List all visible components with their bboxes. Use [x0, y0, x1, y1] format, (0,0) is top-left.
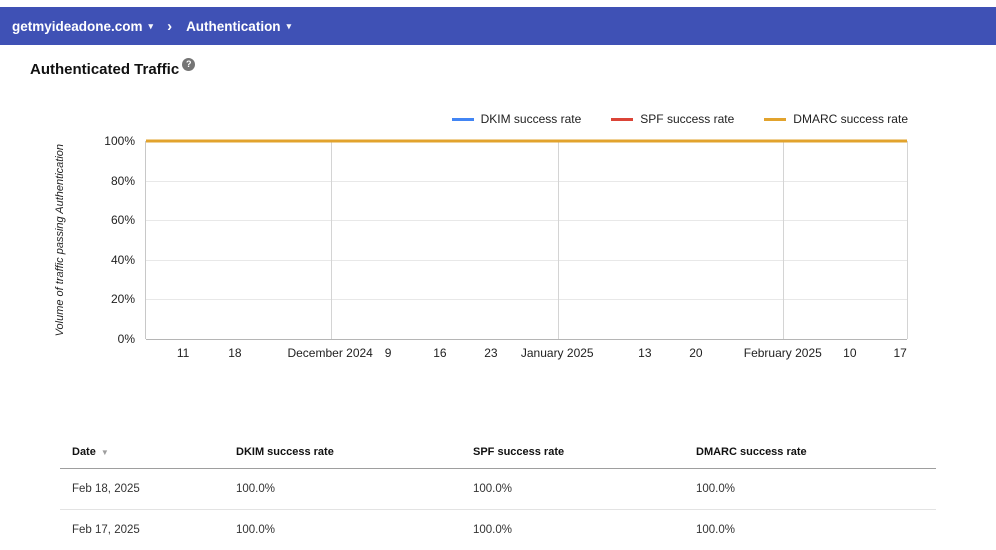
table-row: Feb 18, 2025 100.0% 100.0% 100.0%	[60, 469, 936, 510]
y-tick-label: 40%	[110, 252, 135, 267]
legend-swatch	[764, 117, 787, 121]
table-cell: Feb 17, 2025	[72, 524, 140, 536]
topbar: getmyideadone.com ▾ › Authentication ▾	[0, 7, 996, 45]
h-gridline	[146, 339, 907, 340]
table-header-row: Date ▼ DKIM success rate SPF success rate DM…	[60, 436, 936, 469]
x-tick-label: 11	[176, 346, 190, 360]
page-title-row: Authenticated Traffic ?	[30, 58, 196, 78]
column-header[interactable]: Date ▼	[72, 446, 236, 458]
table-cell: 100.0%	[473, 483, 513, 495]
help-question-mark: ?	[185, 59, 192, 69]
chart-plot	[145, 141, 908, 340]
x-tick-label: 9	[384, 346, 392, 360]
legend-label: SPF success rate	[640, 112, 735, 126]
table-cell: 100.0%	[696, 483, 736, 495]
sort-descending-icon[interactable]: ▼	[101, 448, 109, 457]
x-tick-label: 23	[484, 346, 498, 360]
y-axis-title: Volume of traffic passing Authentication	[52, 141, 68, 339]
x-tick-label: January 2025	[520, 346, 594, 360]
y-tick-label: 80%	[110, 173, 135, 188]
legend-swatch	[611, 117, 634, 121]
chart-legend: DKIM success rate SPF success rate DMARC s…	[451, 112, 908, 126]
v-gridline	[907, 141, 908, 339]
legend-swatch	[451, 117, 474, 121]
x-tick-label: 17	[893, 346, 907, 360]
column-header[interactable]: DMARC success rate	[696, 446, 936, 458]
y-axis-title-text: Volume of traffic passing Authentication	[54, 143, 66, 337]
x-axis-labels: 11 18 December 2024 9 16 23 January 2025 13 20 Fe…	[145, 346, 907, 360]
domain-selector-label: getmyideadone.com	[12, 18, 143, 34]
x-tick-label: February 2025	[743, 346, 822, 360]
y-tick-label: 0%	[117, 332, 135, 346]
traffic-table: Date ▼ DKIM success rate SPF success rate DM…	[60, 436, 936, 550]
section-selector[interactable]: Authentication ▾	[186, 19, 291, 34]
x-tick-label: 20	[689, 346, 703, 360]
table-cell: Feb 18, 2025	[72, 483, 140, 495]
breadcrumb-chevron-icon: ›	[167, 17, 173, 35]
x-tick-label: 16	[433, 346, 447, 360]
chevron-down-icon: ▾	[286, 20, 292, 31]
x-tick-label: 10	[843, 346, 857, 360]
x-tick-label: 13	[638, 346, 652, 360]
y-tick-label: 20%	[110, 292, 135, 307]
domain-selector[interactable]: getmyideadone.com ▾	[12, 19, 153, 34]
table-body: Feb 18, 2025 100.0% 100.0% 100.0% Feb 17, 20…	[60, 469, 936, 550]
table-cell: 100.0%	[236, 524, 276, 536]
table-row: Feb 17, 2025 100.0% 100.0% 100.0%	[60, 510, 936, 550]
chevron-down-icon: ▾	[148, 20, 154, 31]
table-cell: 100.0%	[696, 524, 736, 536]
series-lines	[146, 141, 907, 339]
table-cell: 100.0%	[236, 483, 276, 495]
y-tick-label: 100%	[104, 134, 135, 148]
legend-item: DMARC success rate	[764, 112, 908, 126]
y-axis-labels: 100% 80% 60% 40% 20% 0%	[75, 134, 135, 346]
x-tick-label: December 2024	[287, 346, 373, 360]
legend-item: DKIM success rate	[451, 112, 582, 126]
page-title: Authenticated Traffic	[30, 61, 180, 78]
legend-item: SPF success rate	[611, 112, 734, 126]
legend-label: DKIM success rate	[480, 112, 582, 126]
section-selector-label: Authentication	[186, 18, 281, 34]
y-tick-label: 60%	[110, 213, 135, 228]
table-cell: 100.0%	[473, 524, 513, 536]
column-header[interactable]: SPF success rate	[473, 446, 696, 458]
column-header[interactable]: DKIM success rate	[236, 446, 473, 458]
help-icon[interactable]: ?	[182, 58, 196, 71]
x-tick-label: 18	[228, 346, 242, 360]
legend-label: DMARC success rate	[793, 112, 908, 126]
